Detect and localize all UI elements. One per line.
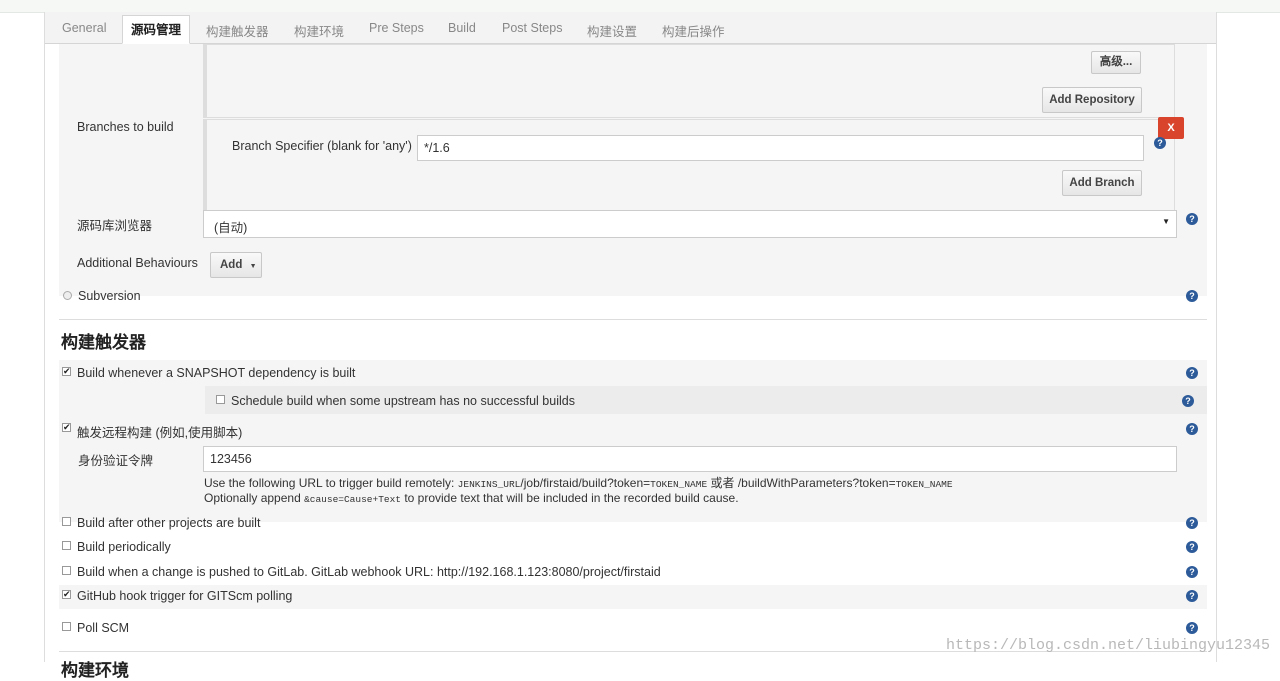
gitlab-checkbox[interactable] xyxy=(62,566,71,575)
subversion-help-icon[interactable]: ? xyxy=(1186,290,1198,302)
poll-scm-help-icon[interactable]: ? xyxy=(1186,622,1198,634)
poll-scm-checkbox[interactable] xyxy=(62,622,71,631)
github-hook-label: GitHub hook trigger for GITScm polling xyxy=(77,589,293,603)
remote-trigger-checkbox[interactable] xyxy=(62,420,71,434)
periodically-checkbox[interactable] xyxy=(62,541,71,550)
add-behaviour-button[interactable]: Add ▼ xyxy=(210,252,262,278)
caret-down-icon: ▼ xyxy=(249,263,257,270)
repo-browser-help-icon[interactable]: ? xyxy=(1186,213,1198,225)
hint-token-name-2: TOKEN_NAME xyxy=(895,479,953,490)
tab-post-steps[interactable]: Post Steps xyxy=(502,21,562,35)
hint-or-text: 或者 /buildWithParameters?token= xyxy=(707,476,896,490)
github-hook-help-icon[interactable]: ? xyxy=(1186,590,1198,602)
branch-box: X Branch Specifier (blank for 'any') Add… xyxy=(203,117,1184,213)
after-other-label: Build after other projects are built xyxy=(77,516,261,530)
tab-pre-steps[interactable]: Pre Steps xyxy=(369,21,424,35)
branch-help-icon[interactable]: ? xyxy=(1154,137,1166,149)
branches-to-build-label: Branches to build xyxy=(77,120,174,134)
remote-trigger-help-icon[interactable]: ? xyxy=(1186,423,1198,435)
trigger-url-hint: Use the following URL to trigger build r… xyxy=(204,474,953,491)
build-triggers-title: 构建触发器 xyxy=(61,333,146,352)
append-hint: Optionally append &cause=Cause+Text to p… xyxy=(204,491,739,505)
add-repository-button[interactable]: Add Repository xyxy=(1042,87,1142,113)
repository-box: 高级... Add Repository xyxy=(203,44,1175,118)
snapshot-label: Build whenever a SNAPSHOT dependency is … xyxy=(77,366,356,380)
periodically-label: Build periodically xyxy=(77,540,171,554)
snapshot-help-icon[interactable]: ? xyxy=(1186,367,1198,379)
dropdown-arrow-icon: ▼ xyxy=(1162,217,1170,226)
tab-scm[interactable]: 源码管理 xyxy=(122,15,191,44)
advanced-button[interactable]: 高级... xyxy=(1091,51,1141,74)
gitlab-label: Build when a change is pushed to GitLab.… xyxy=(77,565,661,579)
tab-general[interactable]: General xyxy=(62,21,106,35)
hint-prefix: Use the following URL to trigger build r… xyxy=(204,476,458,490)
repo-browser-label: 源码库浏览器 xyxy=(77,219,153,233)
auth-token-label: 身份验证令牌 xyxy=(78,454,154,468)
after-other-help-icon[interactable]: ? xyxy=(1186,517,1198,529)
branch-specifier-input[interactable] xyxy=(417,135,1144,161)
branch-specifier-label: Branch Specifier (blank for 'any') xyxy=(232,139,412,153)
periodically-help-icon[interactable]: ? xyxy=(1186,541,1198,553)
add-branch-button[interactable]: Add Branch xyxy=(1062,170,1142,196)
github-hook-checkbox[interactable] xyxy=(62,587,71,601)
additional-behaviours-label: Additional Behaviours xyxy=(77,256,198,270)
schedule-upstream-help-icon[interactable]: ? xyxy=(1182,395,1194,407)
schedule-upstream-label: Schedule build when some upstream has no… xyxy=(231,394,575,408)
hint-jenkins-url: JENKINS_URL xyxy=(457,479,521,490)
add-behaviour-label: Add xyxy=(220,259,243,271)
append-suffix: to provide text that will be included in… xyxy=(401,491,739,505)
gitlab-help-icon[interactable]: ? xyxy=(1186,566,1198,578)
tab-build-settings[interactable]: 构建设置 xyxy=(587,21,637,40)
after-other-checkbox[interactable] xyxy=(62,517,71,526)
tab-build[interactable]: Build xyxy=(448,21,476,35)
tab-build-env[interactable]: 构建环境 xyxy=(294,21,344,40)
snapshot-checkbox[interactable] xyxy=(62,364,71,378)
append-prefix: Optionally append xyxy=(204,491,305,505)
delete-branch-button[interactable]: X xyxy=(1158,117,1184,139)
hint-url-path: /job/firstaid/build?token= xyxy=(520,476,651,490)
auth-token-input[interactable] xyxy=(203,446,1177,472)
poll-scm-label: Poll SCM xyxy=(77,621,130,635)
subversion-label: Subversion xyxy=(78,289,141,303)
subversion-radio[interactable] xyxy=(63,291,72,300)
tab-build-triggers[interactable]: 构建触发器 xyxy=(206,21,269,40)
append-code: &cause=Cause+Text xyxy=(304,494,401,505)
tab-post-build[interactable]: 构建后操作 xyxy=(662,21,725,40)
repo-browser-select[interactable]: (自动) ▼ xyxy=(203,210,1177,238)
hint-token-name-1: TOKEN_NAME xyxy=(650,479,708,490)
schedule-upstream-checkbox[interactable] xyxy=(216,395,225,404)
repo-browser-value: (自动) xyxy=(214,221,248,235)
remote-trigger-label: 触发远程构建 (例如,使用脚本) xyxy=(77,426,243,440)
watermark: https://blog.csdn.net/liubingyu12345 xyxy=(945,637,1270,654)
tab-bar: General 源码管理 构建触发器 构建环境 Pre Steps Build … xyxy=(45,12,1216,44)
config-panel: General 源码管理 构建触发器 构建环境 Pre Steps Build … xyxy=(44,12,1217,680)
section-divider xyxy=(59,319,1207,320)
build-env-title-partial: 构建环境 xyxy=(61,661,129,680)
